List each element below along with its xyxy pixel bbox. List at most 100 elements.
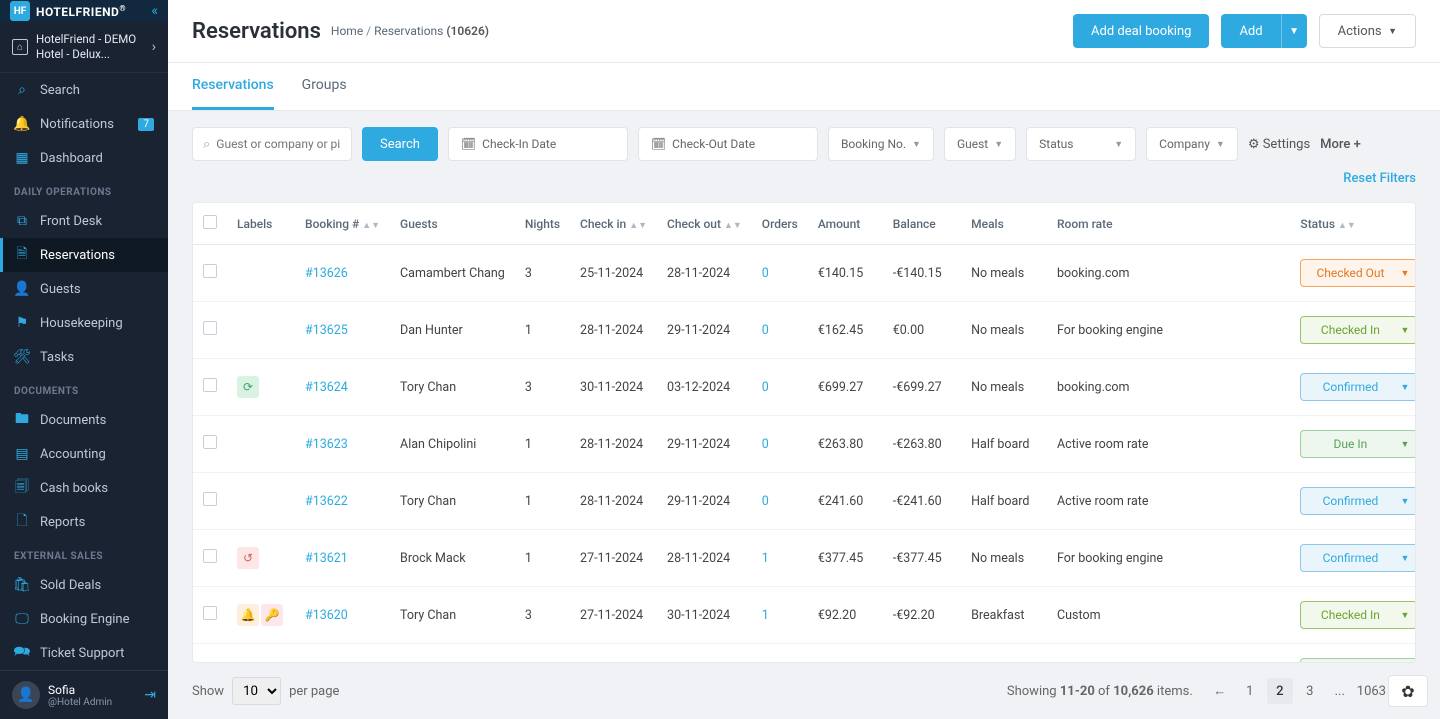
filter-status[interactable]: Status▼ (1026, 127, 1136, 161)
nav-guests[interactable]: 👤Guests (0, 272, 168, 306)
page-1[interactable]: 1 (1237, 678, 1263, 704)
status-badge[interactable]: Due In▼ (1300, 430, 1416, 458)
filter-more[interactable]: More + (1320, 137, 1361, 152)
col-rate: Room rate (1047, 203, 1290, 245)
reservations-table: Labels Booking #▲▼ Guests Nights Check i… (192, 202, 1416, 663)
orders-link[interactable]: 0 (762, 380, 769, 395)
row-checkbox[interactable] (203, 549, 217, 563)
orders-link[interactable]: 0 (762, 437, 769, 452)
status-badge[interactable]: Checked In▼ (1300, 601, 1416, 629)
status-badge[interactable]: Checked Out▼ (1300, 259, 1416, 287)
nav-ticket-support[interactable]: 🗪Ticket Support (0, 636, 168, 670)
booking-link[interactable]: #13621 (305, 551, 348, 566)
nav-tasks[interactable]: 🛠Tasks (0, 340, 168, 374)
cell-labels (227, 302, 295, 359)
chevron-down-icon: ▼ (1114, 139, 1123, 150)
page-size-select[interactable]: 10 (232, 677, 281, 705)
select-all-checkbox[interactable] (203, 215, 217, 229)
cell-guest: Brock Mack (390, 530, 515, 587)
collapse-sidebar-icon[interactable]: « (151, 3, 158, 19)
page-3[interactable]: 3 (1297, 678, 1323, 704)
cell-balance: -€92.20 (883, 587, 961, 644)
nav-accounting[interactable]: ▤Accounting (0, 437, 168, 471)
nav-sold-deals[interactable]: 🛍Sold Deals (0, 568, 168, 602)
hotel-selector[interactable]: ⌂ HotelFriend - DEMOHotel - Delux... › (0, 22, 168, 73)
filter-company[interactable]: Company▼ (1146, 127, 1238, 161)
orders-link[interactable]: 1 (762, 608, 769, 623)
status-badge[interactable]: Confirmed▼ (1300, 487, 1416, 515)
filter-settings[interactable]: ⚙ Settings (1248, 137, 1310, 152)
user-row[interactable]: 👤 Sofia@Hotel Admin ⇥ (0, 670, 168, 719)
cell-checkin: 27-11-2024 (570, 587, 657, 644)
filter-checkout[interactable]: 🗓Check-Out Date (638, 127, 818, 161)
booking-link[interactable]: #13622 (305, 494, 348, 509)
cell-amount: €377.45 (808, 530, 883, 587)
nav-front-desk[interactable]: ⧉Front Desk (0, 204, 168, 238)
chevron-right-icon: › (152, 39, 156, 55)
booking-link[interactable]: #13624 (305, 380, 348, 395)
col-booking[interactable]: Booking #▲▼ (295, 203, 390, 245)
nav-cash-books[interactable]: 🗐Cash books (0, 471, 168, 505)
row-checkbox[interactable] (203, 606, 217, 620)
booking-link[interactable]: #13623 (305, 437, 348, 452)
filter-booking-no[interactable]: Booking No.▼ (828, 127, 934, 161)
row-checkbox[interactable] (203, 264, 217, 278)
tab-reservations[interactable]: Reservations (192, 63, 274, 110)
filter-checkin[interactable]: 🗓Check-In Date (448, 127, 628, 161)
nav-dashboard[interactable]: ▦Dashboard (0, 141, 168, 175)
orders-link[interactable]: 0 (762, 323, 769, 338)
booking-link[interactable]: #13620 (305, 608, 348, 623)
orders-link[interactable]: 0 (762, 494, 769, 509)
tasks-icon: 🛠 (14, 349, 30, 365)
status-badge[interactable]: Confirmed▼ (1300, 544, 1416, 572)
chevron-down-icon: ▼ (1401, 382, 1410, 393)
nav-reservations[interactable]: 🗎Reservations (0, 238, 168, 272)
crumb-home[interactable]: Home (331, 24, 363, 38)
add-dropdown-caret[interactable]: ▼ (1281, 14, 1307, 48)
col-status[interactable]: Status▲▼ (1290, 203, 1416, 245)
add-button[interactable]: Add (1221, 14, 1280, 48)
orders-link[interactable]: 0 (762, 266, 769, 281)
nav-booking-engine[interactable]: 🖵Booking Engine (0, 602, 168, 636)
nav-housekeeping[interactable]: ⚑Housekeeping (0, 306, 168, 340)
orders-link[interactable]: 1 (762, 551, 769, 566)
booking-link[interactable]: #13626 (305, 266, 348, 281)
desk-icon: ⧉ (14, 213, 30, 229)
nav-documents[interactable]: 🖿Documents (0, 403, 168, 437)
pager-perpage-label: per page (289, 684, 339, 699)
nav-reports[interactable]: 🗋Reports (0, 505, 168, 539)
status-badge[interactable]: Checked In▼ (1300, 316, 1416, 344)
booking-link[interactable]: #13625 (305, 323, 348, 338)
dashboard-icon: ▦ (14, 150, 30, 166)
nav-search[interactable]: ⌕Search (0, 73, 168, 107)
actions-button[interactable]: Actions ▼ (1319, 14, 1416, 48)
search-box[interactable]: ⌕ (192, 127, 352, 161)
filter-guest[interactable]: Guest▼ (944, 127, 1016, 161)
sort-icon: ▲▼ (1338, 223, 1356, 229)
add-deal-booking-button[interactable]: Add deal booking (1073, 14, 1209, 48)
pager: Show 10 per page Showing 11-20 of 10,626… (168, 663, 1440, 719)
row-checkbox[interactable] (203, 321, 217, 335)
tab-groups[interactable]: Groups (302, 63, 347, 110)
search-button[interactable]: Search (362, 127, 438, 161)
row-checkbox[interactable] (203, 435, 217, 449)
page-last[interactable]: 1063 (1357, 678, 1386, 704)
chevron-down-icon: ▼ (1401, 439, 1410, 450)
page-prev[interactable]: ← (1207, 678, 1233, 704)
crumb-page[interactable]: Reservations (374, 24, 443, 38)
search-input[interactable] (216, 137, 341, 151)
help-widget[interactable]: ✿ (1388, 675, 1428, 707)
status-badge[interactable]: Confirmed▼ (1300, 373, 1416, 401)
row-checkbox[interactable] (203, 492, 217, 506)
cell-checkout: 28-11-2024 (657, 245, 752, 302)
col-checkin[interactable]: Check in▲▼ (570, 203, 657, 245)
nav-notifications[interactable]: 🔔Notifications7 (0, 107, 168, 141)
col-checkout[interactable]: Check out▲▼ (657, 203, 752, 245)
chevron-down-icon: ▼ (1401, 325, 1410, 336)
cell-labels: ↺ (227, 530, 295, 587)
cell-meals: No meals (961, 359, 1047, 416)
row-checkbox[interactable] (203, 378, 217, 392)
page-2[interactable]: 2 (1267, 678, 1293, 704)
reset-filters[interactable]: Reset Filters (1343, 171, 1416, 186)
logout-icon[interactable]: ⇥ (144, 687, 156, 703)
